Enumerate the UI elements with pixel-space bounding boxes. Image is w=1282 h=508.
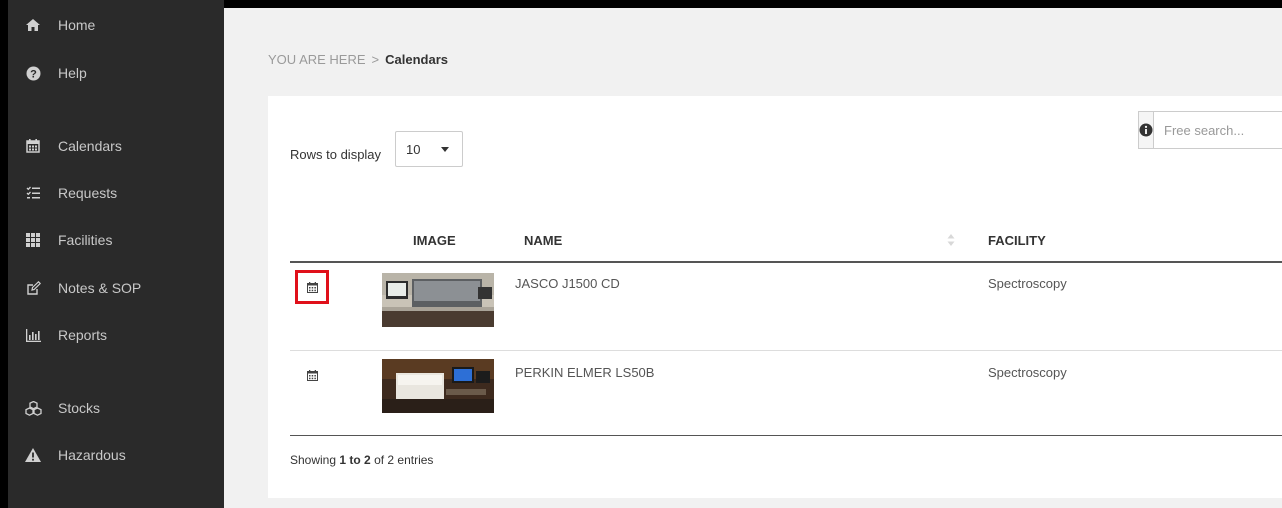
sidebar-item-hazardous[interactable]: Hazardous: [8, 435, 224, 475]
sidebar-item-label: Notes & SOP: [58, 280, 142, 296]
sidebar-item-notes-sop[interactable]: Notes & SOP: [8, 268, 224, 308]
instrument-photo-jasco: [382, 273, 494, 327]
checklist-icon: [24, 184, 42, 202]
sidebar-item-facilities[interactable]: Facilities: [8, 220, 224, 260]
sidebar-item-label: Requests: [58, 185, 118, 201]
caret-down-icon: [441, 147, 449, 152]
table-header-divider: [290, 261, 1282, 263]
open-calendar-button[interactable]: [295, 358, 329, 392]
home-icon: [24, 16, 42, 34]
row-name[interactable]: PERKIN ELMER LS50B: [515, 365, 654, 380]
sidebar-item-calendars[interactable]: Calendars: [8, 126, 224, 166]
sort-icon[interactable]: [947, 233, 955, 247]
breadcrumb-separator: >: [371, 52, 380, 67]
window-edge: [0, 0, 8, 508]
sidebar-item-label: Home: [58, 17, 96, 33]
search-group: [1138, 111, 1282, 149]
sidebar-item-home[interactable]: Home: [8, 5, 224, 45]
row-name[interactable]: JASCO J1500 CD: [515, 276, 620, 291]
table-info-prefix: Showing: [290, 453, 337, 467]
question-circle-icon: ?: [24, 64, 42, 82]
app-frame: Home ? Help Calendars Requests Facilitie…: [0, 0, 1282, 508]
table-info-suffix: of 2 entries: [374, 453, 434, 467]
breadcrumb: YOU ARE HERE > Calendars: [268, 52, 448, 67]
row-facility: Spectroscopy: [988, 276, 1067, 291]
sidebar-item-stocks[interactable]: Stocks: [8, 388, 224, 428]
edit-icon: [24, 279, 42, 297]
cubes-icon: [24, 399, 42, 417]
table-info-range: 1 to 2: [339, 453, 371, 467]
rows-to-display-select[interactable]: 10: [395, 131, 463, 167]
instrument-photo-perkin-elmer: [382, 359, 494, 413]
column-header-facility[interactable]: FACILITY: [988, 233, 1046, 248]
calendar-icon: [24, 137, 42, 155]
column-header-image[interactable]: IMAGE: [413, 233, 456, 248]
sidebar-item-label: Stocks: [58, 400, 101, 416]
sidebar: Home ? Help Calendars Requests Facilitie…: [8, 0, 224, 508]
open-calendar-button[interactable]: [295, 270, 329, 304]
main-content: YOU ARE HERE > Calendars Rows to display 1…: [224, 0, 1282, 508]
table-footer-divider: [290, 435, 1282, 436]
sidebar-item-label: Hazardous: [58, 447, 126, 463]
warning-icon: [24, 446, 42, 464]
breadcrumb-prefix: YOU ARE HERE: [268, 52, 366, 67]
sidebar-item-label: Reports: [58, 327, 108, 343]
sidebar-item-reports[interactable]: Reports: [8, 315, 224, 355]
info-icon: [1139, 112, 1154, 148]
breadcrumb-current: Calendars: [385, 52, 448, 67]
svg-text:?: ?: [30, 68, 37, 80]
row-divider: [290, 350, 1282, 351]
sidebar-item-label: Help: [58, 65, 87, 81]
sidebar-item-label: Calendars: [58, 138, 122, 154]
sidebar-item-help[interactable]: ? Help: [8, 53, 224, 93]
grid-icon: [24, 231, 42, 249]
sidebar-item-label: Facilities: [58, 232, 113, 248]
search-input[interactable]: [1154, 112, 1282, 148]
calendar-icon: [306, 369, 318, 381]
row-facility: Spectroscopy: [988, 365, 1067, 380]
rows-to-display-value: 10: [406, 141, 421, 157]
bar-chart-icon: [24, 326, 42, 344]
column-header-name[interactable]: NAME: [524, 233, 562, 248]
top-border: [224, 0, 1282, 8]
calendar-icon: [306, 281, 318, 293]
calendars-table-panel: Rows to display 10 IMAGE NAME FACILITY: [268, 96, 1282, 498]
table-info: Showing 1 to 2 of 2 entries: [290, 453, 433, 467]
sidebar-item-requests[interactable]: Requests: [8, 173, 224, 213]
rows-to-display-label: Rows to display: [290, 147, 382, 162]
